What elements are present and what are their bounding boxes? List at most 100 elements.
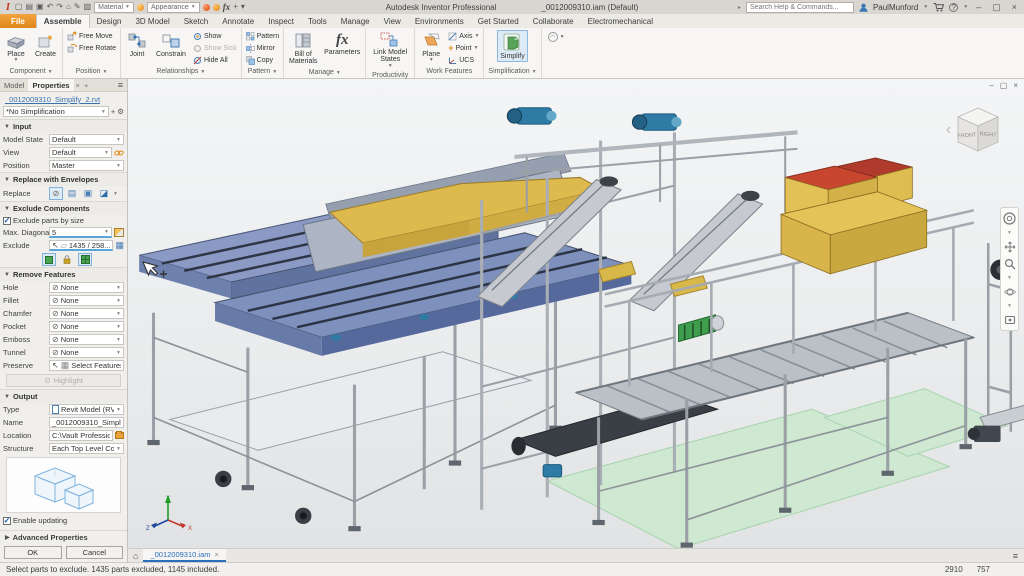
ribbon-display-toggle[interactable]: ◠ xyxy=(548,32,558,42)
measure-diagonal-icon[interactable] xyxy=(114,228,124,237)
replace-single-envelope-button[interactable]: ▣ xyxy=(81,187,95,200)
hole-select[interactable]: ⊘None▼ xyxy=(49,282,124,293)
graphics-window[interactable]: – ▢ × FRONT RIGHT ▼ ▼ ▼ xyxy=(128,79,1024,562)
home-view-icon[interactable]: ⌂ xyxy=(66,1,71,13)
replace-each-top-level-button[interactable]: ▤ xyxy=(65,187,79,200)
inventor-logo-icon[interactable]: I xyxy=(4,2,12,13)
pattern-group-label[interactable]: Pattern ▼ xyxy=(242,67,284,78)
new-file-icon[interactable]: ▢ xyxy=(15,1,23,13)
signed-in-user[interactable]: PaulMunford xyxy=(873,3,918,12)
joint-button[interactable]: Joint xyxy=(124,30,150,60)
link-icon[interactable] xyxy=(114,149,124,157)
home-tab-icon[interactable]: ⌂ xyxy=(128,549,143,562)
highlight-button[interactable]: ⊙ Highlight xyxy=(6,374,121,387)
minimize-button[interactable]: – xyxy=(973,2,984,12)
tab-view[interactable]: View xyxy=(377,14,408,28)
pan-icon[interactable] xyxy=(1004,241,1016,253)
browse-folder-icon[interactable] xyxy=(115,432,124,439)
replace-all-in-one-button[interactable]: ◪ xyxy=(97,187,111,200)
parameters-fx-icon[interactable]: fx xyxy=(223,2,231,12)
mirror-button[interactable]: Mirror xyxy=(245,42,281,54)
show-excluded-parts-toggle[interactable] xyxy=(42,253,56,266)
add-preset-icon[interactable]: + xyxy=(111,107,115,116)
simplification-group-label[interactable]: Simplification ▼ xyxy=(484,67,540,78)
tab-environments[interactable]: Environments xyxy=(408,14,471,28)
manage-group-label[interactable]: Manage ▼ xyxy=(284,68,365,78)
pocket-select[interactable]: ⊘None▼ xyxy=(49,321,124,332)
pattern-button[interactable]: Pattern xyxy=(245,30,281,42)
place-button[interactable]: Place▼ xyxy=(3,30,29,66)
tab-3d-model[interactable]: 3D Model xyxy=(128,14,176,28)
work-features-group-label[interactable]: Work Features xyxy=(415,67,483,78)
component-grid-icon[interactable]: ▦ xyxy=(115,241,124,250)
show-grid-toggle[interactable] xyxy=(78,253,92,266)
tab-collaborate[interactable]: Collaborate xyxy=(526,14,581,28)
clear-appearance-icon[interactable] xyxy=(213,4,220,11)
tab-annotate[interactable]: Annotate xyxy=(215,14,261,28)
view-select[interactable]: Default▼ xyxy=(49,147,112,158)
emboss-select[interactable]: ⊘None▼ xyxy=(49,334,124,345)
point-button[interactable]: + Point ▼ xyxy=(447,42,480,54)
preserve-select-features[interactable]: ↖ ▦ Select Features xyxy=(49,360,124,371)
undo-icon[interactable]: ↶ xyxy=(47,1,54,13)
cancel-button[interactable]: Cancel xyxy=(66,546,124,559)
drive-motor-1[interactable] xyxy=(507,108,556,124)
adjust-icon[interactable] xyxy=(203,4,210,11)
free-move-button[interactable]: Free Move xyxy=(66,30,117,42)
carton-box-stack[interactable] xyxy=(781,158,927,274)
look-at-icon[interactable] xyxy=(1004,314,1016,326)
relationships-group-label[interactable]: Relationships ▼ xyxy=(121,67,241,78)
document-tab[interactable]: _0012009310.iam × xyxy=(143,549,225,562)
tunnel-select[interactable]: ⊘None▼ xyxy=(49,347,124,358)
qat-customize-icon[interactable]: ▾ xyxy=(241,1,245,13)
section-exclude-components[interactable]: ▼Exclude Components xyxy=(0,201,127,215)
constrain-button[interactable]: Constrain xyxy=(153,30,189,60)
green-drum-roller[interactable] xyxy=(679,315,724,342)
orbit-icon[interactable] xyxy=(1004,286,1016,298)
tab-model[interactable]: Model xyxy=(0,79,28,91)
section-input[interactable]: ▼Input xyxy=(0,119,127,133)
wheel-menu-chevron-icon[interactable]: ▼ xyxy=(1007,230,1012,236)
tab-get-started[interactable]: Get Started xyxy=(471,14,526,28)
inclined-conveyor-2[interactable] xyxy=(629,191,762,311)
ok-button[interactable]: OK xyxy=(4,546,62,559)
add-icon[interactable]: + xyxy=(233,1,238,13)
viewcube-rotate-arrow-icon[interactable] xyxy=(947,127,950,133)
output-name-input[interactable]: _0012009310_Simplify_2 xyxy=(49,417,124,428)
close-panel-tab-icon[interactable]: × xyxy=(74,79,82,91)
output-type-select[interactable]: Revit Model (RVT▼ xyxy=(49,404,124,415)
free-rotate-button[interactable]: Free Rotate xyxy=(66,42,117,54)
add-panel-tab-icon[interactable]: + xyxy=(82,79,90,91)
view-cube[interactable]: FRONT RIGHT xyxy=(946,99,1008,157)
store-cart-icon[interactable] xyxy=(933,3,944,12)
show-button[interactable]: Show xyxy=(192,30,238,42)
tab-electromechanical[interactable]: Electromechanical xyxy=(581,14,660,28)
ribbon-display-chevron-icon[interactable]: ▼ xyxy=(560,34,565,40)
output-structure-select[interactable]: Each Top Level Comp▼ xyxy=(49,443,124,454)
close-button[interactable]: × xyxy=(1009,2,1020,12)
create-button[interactable]: Create xyxy=(32,30,59,60)
doc-minimize-icon[interactable]: – xyxy=(989,81,993,90)
link-model-states-button[interactable]: Link Model States▼ xyxy=(369,30,411,71)
tab-properties[interactable]: Properties xyxy=(28,79,73,91)
replace-none-button[interactable]: ⊘ xyxy=(49,187,63,200)
appearance-combo[interactable]: Appearance ▼ xyxy=(147,2,200,13)
bill-of-materials-button[interactable]: Bill of Materials xyxy=(287,30,319,68)
restore-button[interactable]: ▢ xyxy=(989,2,1004,13)
measure-icon[interactable]: ▧ xyxy=(84,1,92,13)
exclude-parts-by-size-checkbox[interactable] xyxy=(3,217,11,225)
panel-menu-icon[interactable]: ≡ xyxy=(114,79,127,91)
simplify-button[interactable]: Simplify xyxy=(497,30,528,62)
parameters-button[interactable]: fx Parameters xyxy=(322,30,362,58)
position-select[interactable]: Master▼ xyxy=(49,160,124,171)
preset-select[interactable]: *No Simplification▼ xyxy=(3,106,109,117)
tab-sketch[interactable]: Sketch xyxy=(177,14,215,28)
max-diagonal-input[interactable]: 5▼ xyxy=(49,227,112,238)
material-combo[interactable]: Material ▼ xyxy=(94,2,134,13)
tab-tools[interactable]: Tools xyxy=(301,14,334,28)
search-expand-icon[interactable]: ▸ xyxy=(738,4,741,11)
full-navigation-wheel-icon[interactable] xyxy=(1003,212,1016,225)
open-file-icon[interactable]: ▤ xyxy=(25,1,33,13)
position-group-label[interactable]: Position ▼ xyxy=(63,67,120,78)
plane-button[interactable]: Plane▼ xyxy=(418,30,444,66)
